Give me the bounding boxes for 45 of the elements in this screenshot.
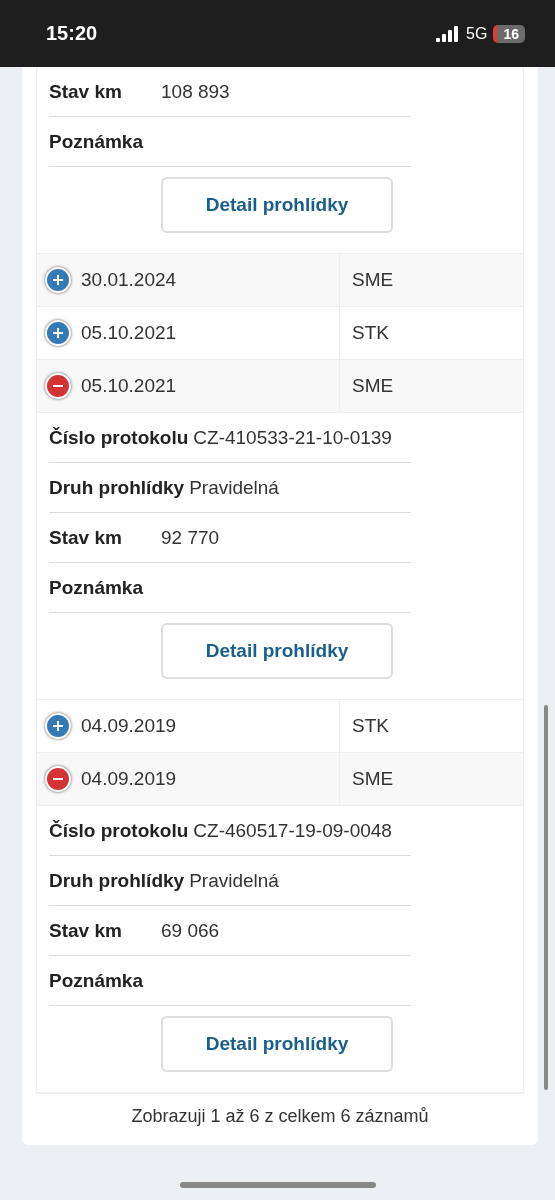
minus-icon[interactable] — [45, 373, 71, 399]
field-value: 92 770 — [161, 526, 220, 549]
field-value: CZ-410533-21-10-0139 — [193, 426, 392, 449]
table-row[interactable]: 04.09.2019 STK — [37, 700, 523, 753]
network-label: 5G — [466, 24, 488, 43]
date-text: 05.10.2021 — [81, 322, 177, 344]
field-label: Druh prohlídky — [49, 869, 185, 892]
records-info: Zobrazuji 1 až 6 z celkem 6 záznamů — [130, 1105, 430, 1128]
battery-level: 16 — [493, 24, 525, 43]
field-value: CZ-460517-19-09-0048 — [193, 819, 392, 842]
type-text: SME — [352, 269, 394, 291]
field-value: Pravidelná — [189, 869, 279, 892]
signal-icon — [436, 25, 461, 42]
date-text: 04.09.2019 — [81, 715, 177, 737]
field-label: Stav km — [49, 919, 123, 942]
type-text: SME — [352, 375, 394, 397]
field-label: Poznámka — [49, 969, 144, 992]
detail-button[interactable]: Detail prohlídky — [161, 623, 393, 679]
plus-icon[interactable] — [45, 713, 71, 739]
type-text: STK — [352, 322, 389, 344]
table-row[interactable]: 05.10.2021 STK — [37, 307, 523, 360]
field-label: Poznámka — [49, 576, 144, 599]
plus-icon[interactable] — [45, 267, 71, 293]
plus-icon[interactable] — [45, 320, 71, 346]
field-label: Stav km — [49, 80, 123, 103]
date-text: 30.01.2024 — [81, 269, 177, 291]
field-value: 108 893 — [161, 80, 230, 103]
field-value: Pravidelná — [189, 476, 279, 499]
minus-icon[interactable] — [45, 766, 71, 792]
date-text: 04.09.2019 — [81, 768, 177, 790]
table-row[interactable]: 30.01.2024 SME — [37, 254, 523, 307]
date-text: 05.10.2021 — [81, 375, 177, 397]
field-value: 69 066 — [161, 919, 220, 942]
table-row[interactable]: 04.09.2019 SME — [37, 753, 523, 806]
field-label: Druh prohlídky — [49, 476, 185, 499]
field-label: Číslo protokolu — [49, 819, 189, 842]
detail-button[interactable]: Detail prohlídky — [161, 177, 393, 233]
field-label: Stav km — [49, 526, 123, 549]
field-label: Číslo protokolu — [49, 426, 189, 449]
clock: 15:20 — [46, 22, 98, 45]
detail-button[interactable]: Detail prohlídky — [161, 1016, 393, 1072]
type-text: SME — [352, 768, 394, 790]
field-label: Poznámka — [49, 130, 144, 153]
type-text: STK — [352, 715, 389, 737]
table-row[interactable]: 05.10.2021 SME — [37, 360, 523, 413]
